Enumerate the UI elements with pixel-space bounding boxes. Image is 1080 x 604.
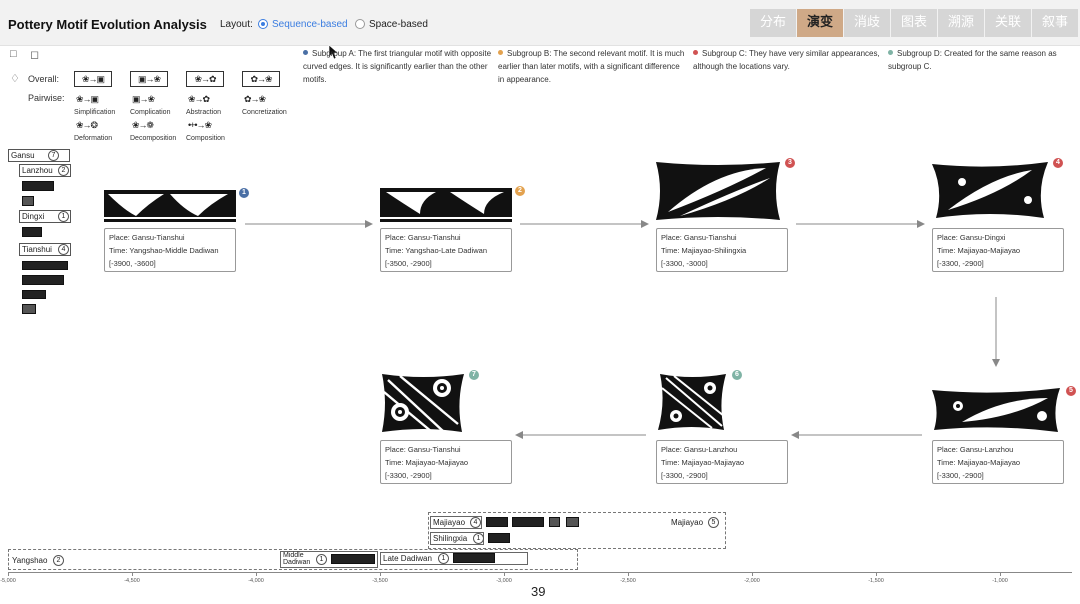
count-badge: 2 (53, 555, 64, 566)
card-place: Place: Gansu-Tianshui (385, 445, 461, 454)
sequence-badge-6: 6 (732, 370, 742, 380)
axis-tick (1000, 572, 1001, 576)
sequence-badge-3: 3 (785, 158, 795, 168)
axis-tick-label: -3,000 (496, 578, 512, 584)
axis-tick-label: -2,000 (744, 578, 760, 584)
axis-tick (628, 572, 629, 576)
card-time: Time: Yangshao-Middle Dadiwan (109, 246, 219, 255)
motif-image-4[interactable] (932, 160, 1048, 220)
axis-tick (752, 572, 753, 576)
axis-tick-label: -4,000 (248, 578, 264, 584)
info-card-5[interactable]: Place: Gansu-Lanzhou Time: Majiayao-Maji… (932, 440, 1064, 484)
card-range: [-3500, -2900] (385, 259, 432, 268)
card-range: [-3300, -2900] (661, 471, 708, 480)
card-time: Time: Majiayao-Majiayao (937, 458, 1021, 467)
count-badge: 5 (708, 517, 719, 528)
axis-tick (504, 572, 505, 576)
motif-image-2[interactable] (380, 188, 512, 222)
axis-tick (8, 572, 9, 576)
axis-tick-label: -5,000 (0, 578, 16, 584)
axis-tick-label: -3,500 (372, 578, 388, 584)
sequence-badge-1: 1 (239, 188, 249, 198)
card-place: Place: Gansu-Lanzhou (661, 445, 738, 454)
timeline-label-majiayao: Majiayao (671, 518, 704, 527)
axis-tick-label: -2,500 (620, 578, 636, 584)
motif-image-3[interactable] (656, 160, 780, 222)
card-range: [-3300, -3000] (661, 259, 708, 268)
motif-thumbnail[interactable] (331, 554, 375, 564)
count-badge: 1 (438, 553, 449, 564)
sequence-badge-2: 2 (515, 186, 525, 196)
axis-tick (380, 572, 381, 576)
card-place: Place: Gansu-Tianshui (661, 233, 737, 242)
sequence-badge-7: 7 (469, 370, 479, 380)
motif-thumbnail[interactable] (453, 553, 495, 563)
motif-thumbnail[interactable] (549, 517, 560, 527)
axis-tick-label: -4,500 (124, 578, 140, 584)
motif-thumbnail[interactable] (486, 517, 508, 527)
sequence-badge-4: 4 (1053, 158, 1063, 168)
card-time: Time: Yangshao-Late Dadiwan (385, 246, 488, 255)
motif-image-7[interactable] (380, 372, 466, 434)
sequence-badge-5: 5 (1066, 386, 1076, 396)
motif-image-5[interactable] (932, 388, 1060, 432)
card-time: Time: Majiayao-Shilingxia (661, 246, 747, 255)
card-place: Place: Gansu-Tianshui (109, 233, 185, 242)
info-card-3[interactable]: Place: Gansu-Tianshui Time: Majiayao-Shi… (656, 228, 788, 272)
motif-thumbnail[interactable] (488, 533, 510, 543)
motif-thumbnail[interactable] (566, 517, 579, 527)
axis-tick-label: -1,000 (992, 578, 1008, 584)
info-card-2[interactable]: Place: Gansu-Tianshui Time: Yangshao-Lat… (380, 228, 512, 272)
motif-image-6[interactable] (656, 372, 728, 432)
card-place: Place: Gansu-Dingxi (937, 233, 1006, 242)
card-range: [-3300, -2900] (385, 471, 432, 480)
page-number: 39 (531, 584, 546, 599)
card-range: [-3900, -3600] (109, 259, 156, 268)
info-card-7[interactable]: Place: Gansu-Tianshui Time: Majiayao-Maj… (380, 440, 512, 484)
card-range: [-3300, -2900] (937, 259, 984, 268)
axis-tick (132, 572, 133, 576)
count-badge: 1 (473, 533, 484, 544)
motif-image-1[interactable] (104, 190, 236, 222)
timeline-label-yangshao: Yangshao (12, 556, 48, 565)
info-card-6[interactable]: Place: Gansu-Lanzhou Time: Majiayao-Maji… (656, 440, 788, 484)
card-range: [-3300, -2900] (937, 471, 984, 480)
info-card-4[interactable]: Place: Gansu-Dingxi Time: Majiayao-Majia… (932, 228, 1064, 272)
info-card-1[interactable]: Place: Gansu-Tianshui Time: Yangshao-Mid… (104, 228, 236, 272)
card-time: Time: Majiayao-Majiayao (661, 458, 745, 467)
motif-thumbnail[interactable] (512, 517, 544, 527)
card-place: Place: Gansu-Tianshui (385, 233, 461, 242)
card-time: Time: Majiayao-Majiayao (385, 458, 469, 467)
time-axis (8, 572, 1072, 573)
count-badge: 4 (470, 517, 481, 528)
count-badge: 1 (316, 554, 327, 565)
axis-tick (256, 572, 257, 576)
axis-tick-label: -1,500 (868, 578, 884, 584)
card-time: Time: Majiayao-Majiayao (937, 246, 1021, 255)
axis-tick (876, 572, 877, 576)
card-place: Place: Gansu-Lanzhou (937, 445, 1014, 454)
